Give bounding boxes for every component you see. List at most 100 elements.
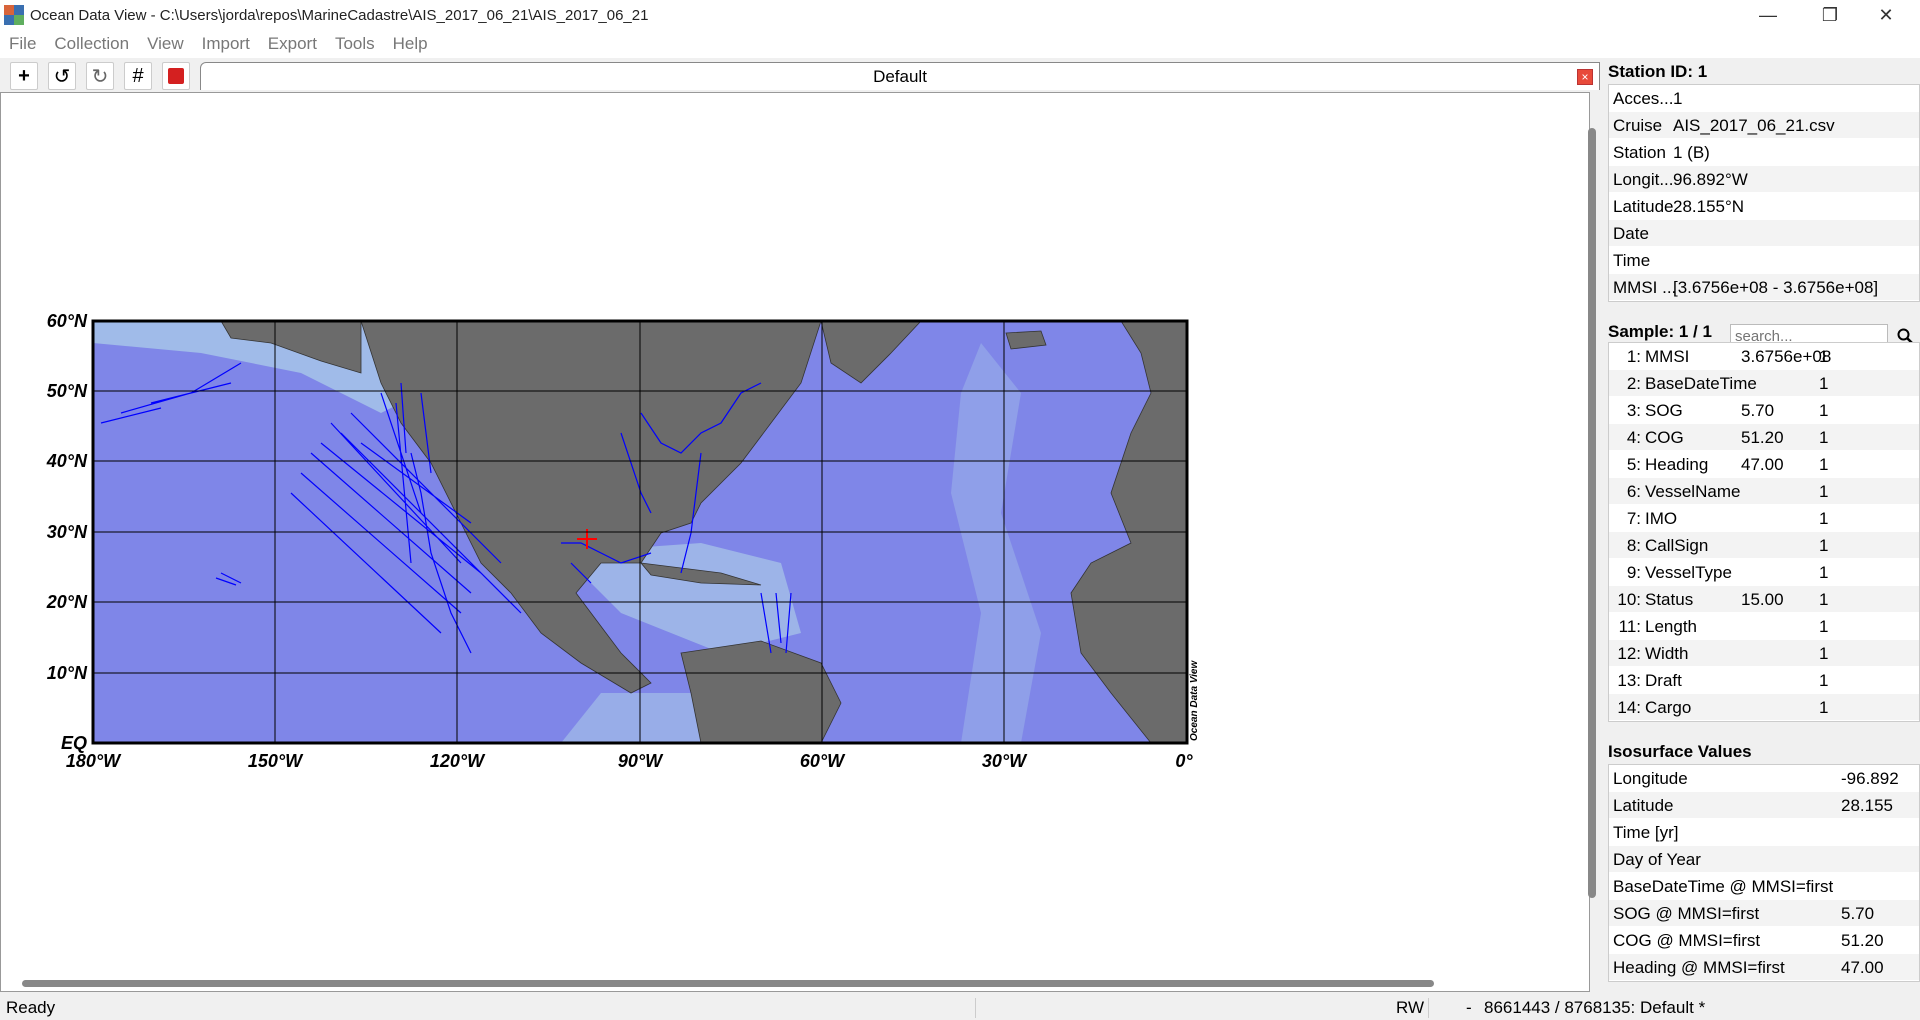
table-row: Date	[1609, 220, 1919, 247]
row-name: Length	[1645, 617, 1697, 636]
table-row[interactable]: 1: MMSI 3.6756e+08 1	[1609, 343, 1919, 370]
lat-label: 30°N	[47, 522, 88, 542]
row-key: Day of Year	[1613, 850, 1701, 869]
row-index: 14:	[1617, 698, 1641, 717]
menu-export[interactable]: Export	[259, 34, 326, 54]
row-index: 1:	[1626, 347, 1641, 366]
row-key: Latitude	[1613, 796, 1674, 815]
status-rw: RW	[1396, 998, 1425, 1017]
menu-tools[interactable]: Tools	[326, 34, 384, 54]
row-quality: 1	[1819, 563, 1829, 582]
table-row: Time	[1609, 247, 1919, 274]
table-row[interactable]: 10: Status 15.00 1	[1609, 586, 1919, 613]
odv-watermark: Ocean Data View	[1189, 660, 1200, 741]
table-row[interactable]: 13: Draft 1	[1609, 667, 1919, 694]
row-index: 12:	[1617, 644, 1641, 663]
row-name: BaseDateTime	[1645, 374, 1757, 393]
lat-label: 40°N	[46, 451, 88, 471]
table-row[interactable]: 9: VesselType 1	[1609, 559, 1919, 586]
row-value: 51.20	[1841, 931, 1884, 950]
lon-label: 60°W	[800, 751, 846, 771]
row-quality: 1	[1819, 671, 1829, 690]
status-bar: Ready RW - 8661443 / 8768135: Default *	[0, 996, 1920, 1020]
lat-label: 20°N	[46, 592, 88, 612]
table-row: Longit... 96.892°W	[1609, 166, 1919, 193]
table-row[interactable]: BaseDateTime @ MMSI=first	[1609, 873, 1919, 900]
table-row[interactable]: 2: BaseDateTime 1	[1609, 370, 1919, 397]
undo-button[interactable]: ↺	[48, 62, 76, 90]
table-row[interactable]: COG @ MMSI=first 51.20	[1609, 927, 1919, 954]
row-index: 13:	[1617, 671, 1641, 690]
row-key: SOG @ MMSI=first	[1613, 904, 1760, 923]
status-ready: Ready	[6, 998, 56, 1017]
table-row[interactable]: Latitude 28.155	[1609, 792, 1919, 819]
table-row[interactable]: 3: SOG 5.70 1	[1609, 397, 1919, 424]
lat-label: 50°N	[47, 381, 88, 401]
row-key: Acces...	[1613, 89, 1674, 108]
table-row[interactable]: 12: Width 1	[1609, 640, 1919, 667]
table-row[interactable]: 6: VesselName 1	[1609, 478, 1919, 505]
horizontal-scrollbar[interactable]	[22, 980, 1434, 987]
row-name: MMSI	[1645, 347, 1690, 366]
menu-file[interactable]: File	[0, 34, 45, 54]
row-value: AIS_2017_06_21.csv	[1673, 116, 1835, 135]
table-row[interactable]: 8: CallSign 1	[1609, 532, 1919, 559]
lat-label: EQ	[61, 733, 87, 753]
row-quality: 1	[1819, 509, 1829, 528]
vertical-scrollbar[interactable]	[1588, 128, 1596, 898]
undo-icon: ↺	[53, 65, 71, 88]
table-row[interactable]: 7: IMO 1	[1609, 505, 1919, 532]
station-table: Acces... 1 Cruise AIS_2017_06_21.csv Stati…	[1608, 84, 1920, 302]
row-key: Longit...	[1613, 170, 1674, 189]
grid-button[interactable]: #	[124, 62, 152, 90]
restore-button[interactable]: ❐	[1806, 0, 1854, 30]
row-index: 6:	[1626, 482, 1641, 501]
tab-label: Default	[873, 66, 927, 86]
station-header: Station ID: 1	[1608, 62, 1708, 81]
status-info: 8661443 / 8768135: Default *	[1484, 998, 1706, 1017]
row-value: 3.6756e+08	[1741, 347, 1832, 366]
redo-button[interactable]: ↻	[86, 62, 114, 90]
row-name: COG	[1645, 428, 1684, 447]
row-quality: 1	[1819, 617, 1829, 636]
plus-icon: +	[18, 64, 30, 87]
row-name: SOG	[1645, 401, 1683, 420]
row-index: 4:	[1626, 428, 1641, 447]
lat-label: 10°N	[47, 663, 88, 683]
title-bar: Ocean Data View - C:\Users\jorda\repos\M…	[0, 0, 1920, 30]
table-row[interactable]: 11: Length 1	[1609, 613, 1919, 640]
tab-default[interactable]: Default ×	[200, 62, 1600, 90]
table-row[interactable]: Time [yr]	[1609, 819, 1919, 846]
row-index: 3:	[1626, 401, 1641, 420]
tab-close-button[interactable]: ×	[1577, 69, 1593, 85]
table-row[interactable]: 5: Heading 47.00 1	[1609, 451, 1919, 478]
row-key: Longitude	[1613, 769, 1688, 788]
row-quality: 1	[1819, 374, 1829, 393]
close-window-button[interactable]: ✕	[1862, 0, 1910, 30]
table-row[interactable]: Heading @ MMSI=first 47.00	[1609, 954, 1919, 981]
menu-view[interactable]: View	[138, 34, 193, 54]
map-canvas[interactable]: 60°N 50°N 40°N 30°N 20°N 10°N EQ 180°W 1…	[0, 92, 1590, 992]
table-row[interactable]: 4: COG 51.20 1	[1609, 424, 1919, 451]
menu-collection[interactable]: Collection	[45, 34, 138, 54]
row-quality: 1	[1819, 644, 1829, 663]
row-value: 96.892°W	[1673, 170, 1748, 189]
lon-label: 30°W	[982, 751, 1028, 771]
table-row[interactable]: Day of Year	[1609, 846, 1919, 873]
row-value: 5.70	[1841, 904, 1875, 923]
menu-help[interactable]: Help	[384, 34, 437, 54]
row-value: -96.892	[1841, 769, 1899, 788]
sample-header: Sample: 1 / 1	[1608, 322, 1712, 341]
lon-label: 180°W	[66, 751, 122, 771]
save-button[interactable]	[162, 62, 190, 90]
row-value: 5.70	[1741, 401, 1775, 420]
table-row[interactable]: 14: Cargo 1	[1609, 694, 1919, 721]
table-row[interactable]: Longitude -96.892	[1609, 765, 1919, 792]
minimize-button[interactable]: —	[1744, 0, 1792, 30]
table-row[interactable]: SOG @ MMSI=first 5.70	[1609, 900, 1919, 927]
grid-icon: #	[132, 64, 144, 87]
add-button[interactable]: +	[10, 62, 38, 90]
menu-import[interactable]: Import	[193, 34, 259, 54]
status-divider	[1428, 998, 1429, 1018]
row-key: Date	[1613, 224, 1649, 243]
